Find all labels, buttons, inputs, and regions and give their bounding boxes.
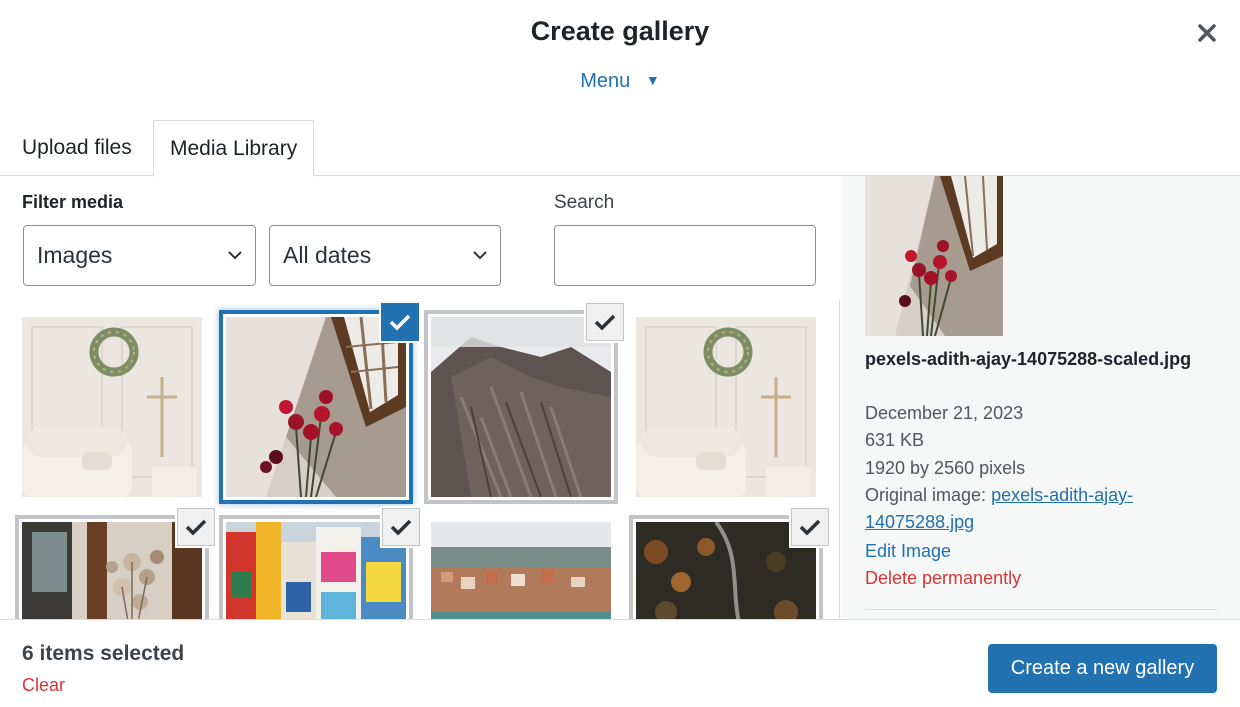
modal-title: Create gallery [530, 16, 710, 46]
thumbnail-colorful-street[interactable] [226, 522, 406, 619]
thumbnail-harbor-town[interactable] [431, 522, 611, 619]
date-filter-select[interactable]: All dates [269, 225, 501, 286]
tab-media-library[interactable]: Media Library [153, 120, 315, 177]
menu-label: Menu [580, 70, 631, 92]
thumbnail-autumn-forest-road[interactable] [636, 522, 816, 619]
checkmark-icon [594, 314, 616, 331]
tab-upload-files[interactable]: Upload files [6, 120, 148, 176]
search-input[interactable] [554, 225, 816, 286]
selection-count: 6 items selected [22, 642, 185, 665]
thumbnail-mountain-ridge[interactable] [431, 317, 611, 497]
attachment-filename: pexels-adith-ajay-14075288-scaled.jpg [865, 349, 1192, 369]
clear-selection-link[interactable]: Clear [22, 675, 65, 696]
selection-check-mountain-ridge[interactable] [586, 303, 624, 341]
thumbnail-living-room-wreath[interactable] [22, 317, 202, 497]
selection-check-red-tulips[interactable] [381, 303, 419, 341]
attachment-filesize: 631 KB [865, 430, 925, 450]
modal-toolbar: 6 items selected Clear Create a new gall… [0, 619, 1240, 707]
sidebar-divider [865, 609, 1217, 610]
attachments-grid [0, 300, 840, 619]
create-gallery-button[interactable]: Create a new gallery [988, 644, 1217, 693]
thumbnail-red-tulips-window[interactable] [226, 317, 406, 497]
checkmark-icon [185, 519, 207, 536]
close-button[interactable] [1192, 18, 1222, 48]
delete-permanently-link[interactable]: Delete permanently [865, 568, 1021, 588]
thumbnail-living-room-wreath-2[interactable] [636, 317, 816, 497]
chevron-down-icon [228, 251, 242, 260]
caret-down-icon: ▼ [645, 72, 660, 88]
edit-image-link-row: Edit Image [865, 538, 1205, 565]
selection-check-autumn-forest-road[interactable] [791, 508, 829, 546]
attachment-dimensions: 1920 by 2560 pixels [865, 458, 1026, 478]
media-router-tabs: Upload files Media Library [0, 120, 1240, 177]
selection-check-dried-flowers[interactable] [177, 508, 215, 546]
delete-permanently-row: Delete permanently [865, 565, 1205, 592]
edit-image-link[interactable]: Edit Image [865, 541, 951, 561]
close-icon [1198, 24, 1216, 42]
search-label: Search [554, 192, 615, 213]
checkmark-icon [390, 519, 412, 536]
attachment-preview-image [865, 176, 1003, 336]
media-type-value: Images [37, 242, 113, 268]
checkmark-icon [799, 519, 821, 536]
attachment-original: Original image: pexels-adith-ajay-140752… [865, 482, 1205, 536]
attachment-date: December 21, 2023 [865, 403, 1024, 423]
media-type-select[interactable]: Images [23, 225, 256, 286]
chevron-down-icon [473, 251, 487, 260]
filter-media-heading: Filter media [22, 192, 124, 212]
thumbnail-dried-flowers[interactable] [22, 522, 202, 619]
checkmark-icon [389, 314, 411, 331]
date-filter-value: All dates [283, 242, 372, 268]
original-image-label: Original image: [865, 485, 987, 505]
selection-check-colorful-street[interactable] [382, 508, 420, 546]
menu-toggle[interactable]: Menu ▼ [0, 70, 1240, 93]
attachment-details-sidebar: pexels-adith-ajay-14075288-scaled.jpg De… [841, 176, 1240, 619]
